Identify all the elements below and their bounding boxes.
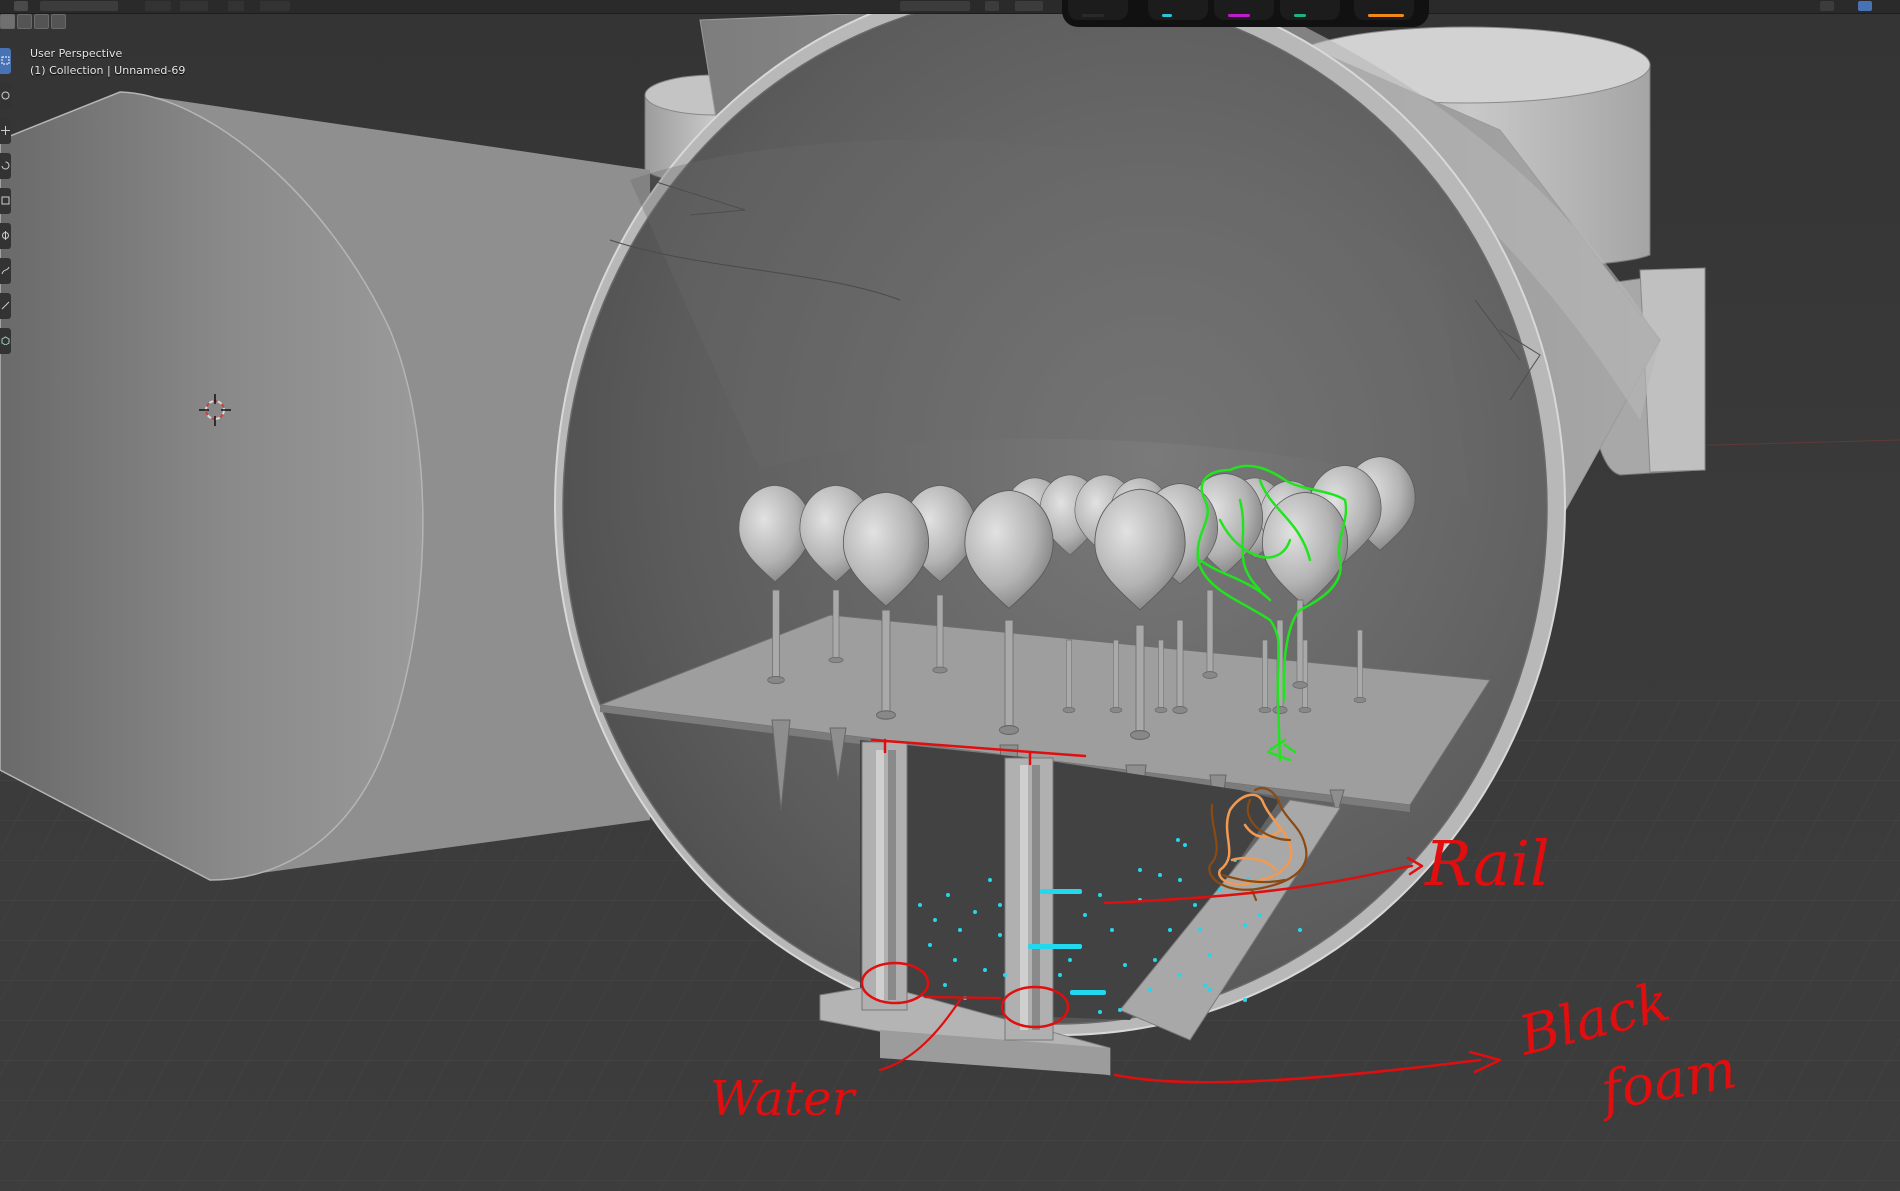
move-icon[interactable]: [0, 118, 11, 144]
cursor-tool-icon[interactable]: [0, 83, 11, 109]
header-mode-dropdown[interactable]: [40, 1, 118, 11]
pivot-point-button[interactable]: [985, 1, 999, 11]
select-mode-extend-icon[interactable]: [17, 14, 32, 29]
visibility-toggle-bar: [1062, 0, 1429, 27]
shading-toggle-button[interactable]: [1858, 1, 1872, 11]
header-select-button[interactable]: [180, 1, 208, 11]
header-add-button[interactable]: [228, 1, 244, 11]
header-menu-button[interactable]: [14, 1, 28, 11]
snap-button[interactable]: [1015, 1, 1043, 11]
viewport-header: [0, 0, 1900, 14]
water-label: Water: [710, 1071, 857, 1127]
select-mode-new-icon[interactable]: [0, 14, 15, 29]
rotate-icon[interactable]: [0, 153, 11, 179]
transform-icon[interactable]: [0, 223, 11, 249]
toggle-slot-green[interactable]: [1280, 0, 1340, 20]
toggle-slot-cyan[interactable]: [1148, 0, 1208, 20]
header-view-button[interactable]: [145, 1, 171, 11]
toggle-slot-1[interactable]: [1068, 0, 1128, 20]
left-tube: [0, 91, 650, 881]
measure-icon[interactable]: [0, 293, 11, 319]
toggle-slot-orange[interactable]: [1354, 0, 1414, 20]
select-box-icon[interactable]: [0, 48, 11, 74]
header-object-button[interactable]: [260, 1, 290, 11]
viewport-info-overlay: User Perspective (1) Collection | Unname…: [30, 45, 185, 79]
transform-orientation-dropdown[interactable]: [900, 1, 970, 11]
select-mode-subtract-icon[interactable]: [34, 14, 49, 29]
add-cube-icon[interactable]: [0, 328, 11, 354]
overlay-toggle-button[interactable]: [1820, 1, 1834, 11]
3d-viewport[interactable]: Rail Water Black foam User Perspective (…: [0, 0, 1900, 1191]
vertical-panel-right: [1004, 757, 1054, 1041]
viewport-scene[interactable]: Rail Water Black foam: [0, 0, 1900, 1191]
tool-shelf: [0, 48, 12, 363]
toggle-slot-magenta[interactable]: [1214, 0, 1274, 20]
select-mode-intersect-icon[interactable]: [51, 14, 66, 29]
perspective-label: User Perspective: [30, 47, 123, 60]
rail-label: Rail: [1424, 827, 1550, 900]
scale-icon[interactable]: [0, 188, 11, 214]
collection-label: (1) Collection | Unnamed-69: [30, 64, 186, 77]
selection-mode-group: [0, 14, 66, 31]
annotate-icon[interactable]: [0, 258, 11, 284]
